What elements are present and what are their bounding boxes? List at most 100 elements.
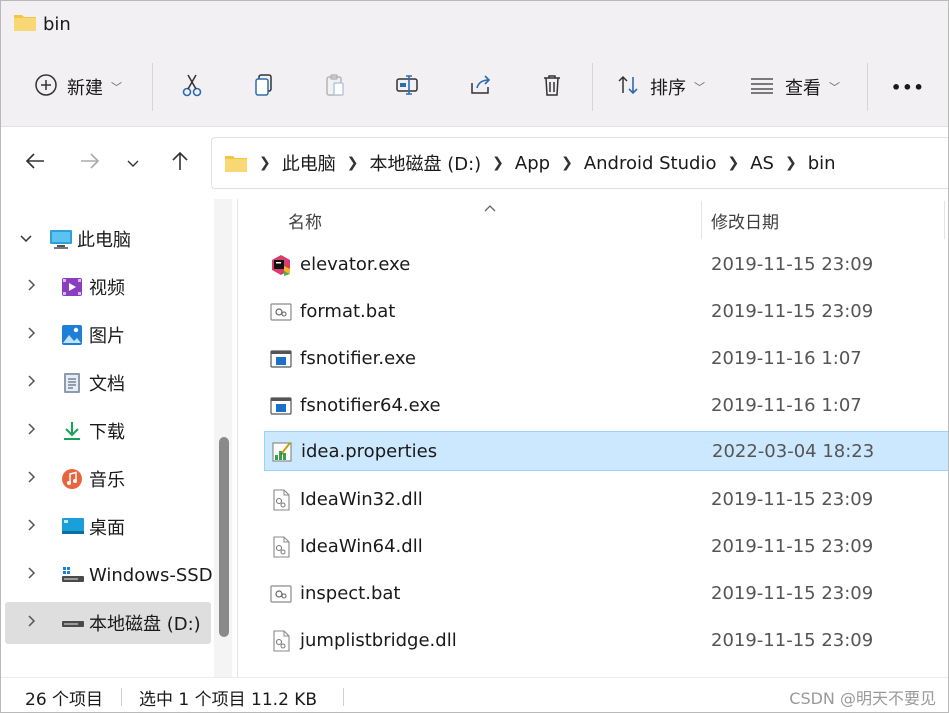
dll-file-icon bbox=[270, 630, 292, 652]
drive-icon bbox=[61, 612, 84, 634]
exe-app-icon bbox=[270, 254, 292, 276]
breadcrumb-bin[interactable]: bin bbox=[808, 153, 836, 174]
sidebar-item-label: 音乐 bbox=[89, 470, 125, 491]
sort-ascending-icon bbox=[484, 201, 496, 216]
batch-file-icon bbox=[270, 583, 292, 605]
file-row[interactable]: fsnotifier64.exe 2019-11-16 1:07 bbox=[264, 386, 948, 426]
sidebar-item-downloads[interactable]: 下载 bbox=[5, 410, 211, 452]
sort-label: 排序 bbox=[650, 78, 686, 99]
column-header-modified[interactable]: 修改日期 bbox=[711, 199, 779, 241]
chevron-down-icon[interactable] bbox=[19, 230, 33, 248]
sidebar-item-label: 文档 bbox=[89, 374, 125, 395]
cut-button[interactable] bbox=[181, 69, 203, 105]
sidebar-item-local-disk-d[interactable]: 本地磁盘 (D:) bbox=[5, 602, 211, 644]
view-button[interactable]: 查看 ﹀ bbox=[749, 69, 840, 105]
computer-icon bbox=[49, 228, 72, 250]
folder-icon bbox=[13, 12, 37, 36]
file-date: 2019-11-15 23:09 bbox=[711, 301, 874, 322]
sidebar-item-windows-ssd[interactable]: Windows-SSD bbox=[5, 554, 213, 596]
breadcrumb-drive-d[interactable]: 本地磁盘 (D:) bbox=[369, 150, 481, 176]
file-row-selected[interactable]: idea.properties 2022-03-04 18:23 bbox=[264, 431, 948, 471]
view-list-icon bbox=[749, 75, 775, 99]
chevron-right-icon[interactable] bbox=[27, 614, 37, 632]
breadcrumb-chevron-icon[interactable]: ❯ bbox=[347, 155, 359, 171]
more-icon: ••• bbox=[891, 77, 925, 97]
delete-button[interactable] bbox=[541, 69, 563, 105]
chevron-right-icon[interactable] bbox=[27, 422, 37, 440]
paste-button[interactable] bbox=[324, 69, 346, 105]
sidebar-item-music[interactable]: 音乐 bbox=[5, 458, 211, 500]
back-button[interactable] bbox=[21, 149, 49, 177]
sidebar-item-pictures[interactable]: 图片 bbox=[5, 314, 211, 356]
more-options-button[interactable]: ••• bbox=[891, 69, 925, 105]
file-row[interactable]: format.bat 2019-11-15 23:09 bbox=[264, 292, 948, 332]
recent-locations-button[interactable] bbox=[119, 149, 147, 177]
sidebar-item-label: 本地磁盘 (D:) bbox=[89, 614, 201, 635]
address-bar[interactable]: ❯ 此电脑 ❯ 本地磁盘 (D:) ❯ App ❯ Android Studio… bbox=[211, 137, 948, 189]
breadcrumb-chevron-icon[interactable]: ❯ bbox=[492, 155, 504, 171]
rename-button[interactable] bbox=[395, 69, 421, 105]
copy-button[interactable] bbox=[253, 69, 275, 105]
file-explorer-window: bin 新建 ﹀ 排序 ﹀ 查看 ﹀ ••• ❯ 此电脑 ❯ 本地磁盘 (D:)… bbox=[0, 0, 949, 713]
breadcrumb-chevron-icon[interactable]: ❯ bbox=[727, 155, 739, 171]
sidebar-item-desktop[interactable]: 桌面 bbox=[5, 506, 211, 548]
file-row[interactable]: jumplistbridge.dll 2019-11-15 23:09 bbox=[264, 621, 948, 661]
column-header-label: 名称 bbox=[288, 212, 322, 233]
column-header-name[interactable]: 名称 bbox=[288, 199, 322, 241]
navigation-pane: 此电脑 视频 图片 文档 下载 音乐 桌面 Windows-SSD 本地磁盘 (… bbox=[1, 199, 239, 677]
new-button[interactable]: 新建 ﹀ bbox=[35, 69, 122, 105]
dll-file-icon bbox=[270, 489, 292, 511]
documents-folder-icon bbox=[61, 372, 83, 394]
chevron-down-icon bbox=[126, 154, 140, 173]
chevron-right-icon[interactable] bbox=[27, 326, 37, 344]
file-name: fsnotifier64.exe bbox=[300, 395, 441, 416]
file-date: 2019-11-16 1:07 bbox=[711, 348, 862, 369]
file-row[interactable]: IdeaWin32.dll 2019-11-15 23:09 bbox=[264, 480, 948, 520]
share-button[interactable] bbox=[469, 69, 493, 105]
file-name: format.bat bbox=[300, 301, 396, 322]
up-button[interactable] bbox=[166, 149, 194, 177]
exe-window-icon bbox=[270, 348, 292, 370]
column-resize-handle[interactable] bbox=[944, 201, 945, 239]
sidebar-item-videos[interactable]: 视频 bbox=[5, 266, 211, 308]
file-row[interactable]: inspect.bat 2019-11-15 23:09 bbox=[264, 574, 948, 614]
breadcrumb-chevron-icon[interactable]: ❯ bbox=[785, 155, 797, 171]
desktop-folder-icon bbox=[61, 516, 84, 538]
chevron-right-icon[interactable] bbox=[27, 278, 37, 296]
chevron-right-icon[interactable] bbox=[27, 518, 37, 536]
column-resize-handle[interactable] bbox=[701, 201, 702, 239]
chevron-right-icon[interactable] bbox=[27, 374, 37, 392]
breadcrumb-app[interactable]: App bbox=[515, 153, 550, 174]
chevron-down-icon: ﹀ bbox=[694, 81, 705, 94]
selection-info: 选中 1 个项目 11.2 KB bbox=[139, 690, 318, 710]
sort-button[interactable]: 排序 ﹀ bbox=[616, 69, 705, 105]
sidebar-item-documents[interactable]: 文档 bbox=[5, 362, 211, 404]
breadcrumb-this-pc[interactable]: 此电脑 bbox=[282, 150, 336, 176]
navigation-bar: ❯ 此电脑 ❯ 本地磁盘 (D:) ❯ App ❯ Android Studio… bbox=[1, 127, 948, 199]
chevron-right-icon[interactable] bbox=[27, 566, 37, 584]
chevron-right-icon[interactable] bbox=[27, 470, 37, 488]
file-date: 2019-11-15 23:09 bbox=[711, 254, 874, 275]
file-row[interactable]: elevator.exe 2019-11-15 23:09 bbox=[264, 245, 948, 285]
breadcrumb-as[interactable]: AS bbox=[750, 153, 774, 174]
title-bar: bin bbox=[1, 1, 948, 47]
arrow-left-icon bbox=[24, 151, 46, 175]
breadcrumb-android-studio[interactable]: Android Studio bbox=[584, 153, 717, 174]
file-name: elevator.exe bbox=[300, 254, 411, 275]
toolbar-separator bbox=[867, 63, 868, 111]
paste-icon bbox=[324, 73, 346, 101]
music-folder-icon bbox=[61, 468, 83, 490]
file-row[interactable]: fsnotifier.exe 2019-11-16 1:07 bbox=[264, 339, 948, 379]
breadcrumb-chevron-icon[interactable]: ❯ bbox=[561, 155, 573, 171]
sidebar-item-label: 此电脑 bbox=[77, 230, 131, 251]
forward-button[interactable] bbox=[76, 149, 104, 177]
folder-icon bbox=[224, 153, 248, 173]
breadcrumb-chevron-icon[interactable]: ❯ bbox=[259, 155, 271, 171]
file-row[interactable]: IdeaWin64.dll 2019-11-15 23:09 bbox=[264, 527, 948, 567]
arrow-right-icon bbox=[79, 151, 101, 175]
sidebar-item-label: Windows-SSD bbox=[89, 564, 213, 586]
navigation-scrollbar-thumb[interactable] bbox=[219, 437, 229, 637]
sidebar-item-this-pc[interactable]: 此电脑 bbox=[5, 218, 211, 260]
download-folder-icon bbox=[61, 420, 83, 442]
dll-file-icon bbox=[270, 536, 292, 558]
